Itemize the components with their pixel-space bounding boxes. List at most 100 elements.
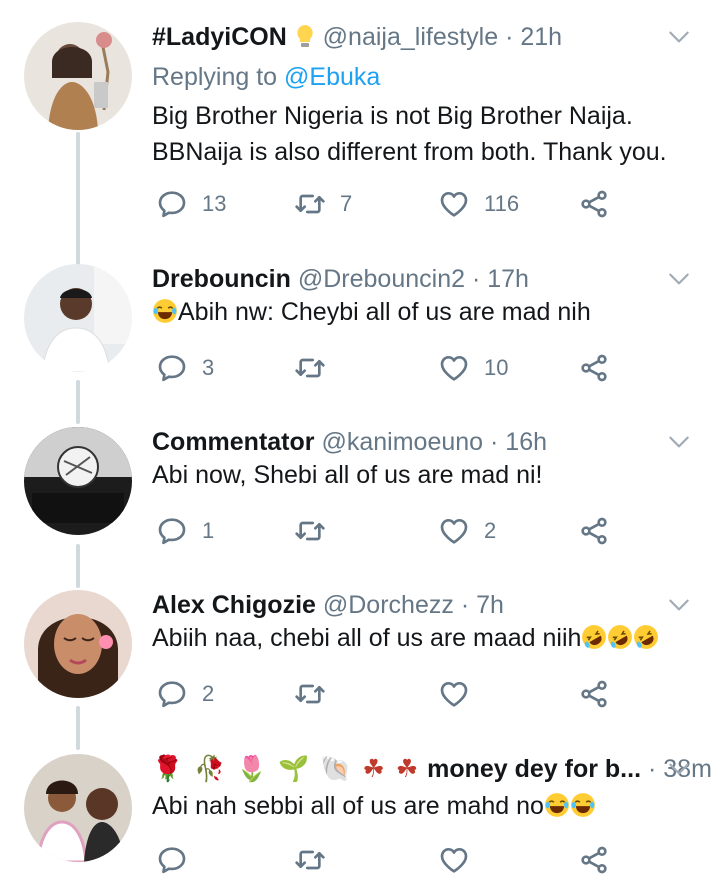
avatar[interactable]: [24, 264, 132, 372]
retweet-count: 7: [340, 191, 353, 216]
like-count: 116: [484, 191, 520, 216]
tweet[interactable]: Drebouncin @Drebouncin2 · 17h Abih nw: C…: [0, 264, 720, 394]
avatar[interactable]: [24, 590, 132, 698]
retweet-button[interactable]: 7: [294, 186, 352, 222]
like-button[interactable]: 2: [438, 513, 496, 549]
like-icon: [438, 678, 470, 710]
like-button[interactable]: 116: [438, 186, 519, 222]
retweet-icon: [294, 678, 326, 710]
user-handle[interactable]: @naija_lifestyle: [323, 23, 498, 51]
reply-icon: [156, 844, 188, 876]
tweet-text-line: BBNaija is also different from both. Tha…: [152, 138, 667, 166]
tweet-text-content: Abi now, Shebi all of us are mad ni!: [152, 461, 543, 489]
reply-icon: [156, 188, 188, 220]
like-button[interactable]: [438, 676, 484, 712]
chevron-down-icon[interactable]: [666, 592, 692, 618]
display-name[interactable]: money dey for b...: [427, 755, 641, 783]
tweet[interactable]: #LadyiCON @naija_lifestyle · 21h Replyin…: [0, 22, 720, 252]
reply-count: 1: [202, 518, 215, 543]
tweet-text-line: Big Brother Nigeria is not Big Brother N…: [152, 102, 633, 130]
share-button[interactable]: [578, 842, 610, 878]
separator: ·: [505, 23, 514, 51]
mention-link[interactable]: @Ebuka: [284, 63, 380, 91]
separator: ·: [471, 265, 481, 293]
laughing-emoji: [570, 792, 596, 818]
display-name[interactable]: #LadyiCON: [152, 23, 287, 51]
avatar[interactable]: [24, 427, 132, 535]
tweet[interactable]: Commentator @kanimoeuno · 16h Abi now, S…: [0, 427, 720, 557]
timestamp[interactable]: 16h: [505, 428, 547, 456]
retweet-icon: [294, 188, 326, 220]
user-handle[interactable]: @Dorchezz: [323, 591, 454, 619]
reply-button[interactable]: 2: [156, 676, 214, 712]
retweet-button[interactable]: [294, 350, 340, 386]
like-icon: [438, 515, 470, 547]
reply-count: 13: [202, 191, 227, 216]
retweet-button[interactable]: [294, 842, 326, 878]
share-icon: [578, 352, 610, 384]
timestamp[interactable]: 7h: [476, 591, 504, 619]
tweet-actions: 13 7 116: [152, 186, 622, 222]
timestamp[interactable]: 21h: [520, 23, 562, 51]
tweet-header: #LadyiCON @naija_lifestyle · 21h: [152, 22, 664, 56]
share-icon: [578, 678, 610, 710]
share-button[interactable]: [578, 350, 610, 386]
tweet-text: Abiih naa, chebi all of us are maad niih: [152, 620, 690, 656]
chevron-down-icon[interactable]: [666, 756, 692, 782]
chevron-down-icon[interactable]: [666, 266, 692, 292]
tweet-header: 🌹 🥀 🌷 🌱 🐚 ☘ ☘ money dey for b... · 38m: [152, 754, 712, 784]
flower-emoji: 🌹 🥀 🌷 🌱 🐚 ☘ ☘: [152, 755, 421, 783]
user-handle[interactable]: @Drebouncin2: [298, 265, 465, 293]
rofl-emoji: [581, 624, 607, 650]
avatar[interactable]: [24, 754, 132, 862]
like-icon: [438, 352, 470, 384]
display-name[interactable]: Drebouncin: [152, 265, 291, 293]
reply-icon: [156, 352, 188, 384]
avatar[interactable]: [24, 22, 132, 130]
share-button[interactable]: [578, 513, 610, 549]
chevron-down-icon[interactable]: [666, 24, 692, 50]
retweet-icon: [294, 352, 326, 384]
replying-label: Replying to: [152, 63, 278, 91]
tweet-text-content: Abiih naa, chebi all of us are maad niih: [152, 624, 582, 652]
separator: ·: [460, 591, 470, 619]
timestamp[interactable]: 17h: [487, 265, 529, 293]
reply-count: 2: [202, 681, 215, 706]
like-icon: [438, 844, 470, 876]
tweet[interactable]: 🌹 🥀 🌷 🌱 🐚 ☘ ☘ money dey for b... · 38m A…: [0, 754, 720, 881]
retweet-button[interactable]: [294, 676, 340, 712]
like-icon: [438, 188, 470, 220]
tweet-actions: 2: [152, 676, 622, 712]
tweet-text: Abi now, Shebi all of us are mad ni!: [152, 457, 690, 493]
separator: ·: [490, 428, 499, 456]
reply-button[interactable]: 3: [156, 350, 214, 386]
tweet-header: Alex Chigozie @Dorchezz · 7h: [152, 590, 664, 620]
tweet-text: Abi nah sebbi all of us are mahd no: [152, 788, 690, 824]
laughing-emoji: [544, 792, 570, 818]
share-button[interactable]: [578, 186, 610, 222]
retweet-button[interactable]: [294, 513, 340, 549]
rofl-emoji: [607, 624, 633, 650]
tweet-text: Big Brother Nigeria is not Big Brother N…: [152, 98, 690, 170]
chevron-down-icon[interactable]: [666, 429, 692, 455]
display-name[interactable]: Commentator: [152, 428, 315, 456]
retweet-icon: [294, 844, 326, 876]
tweet-text: Abih nw: Cheybi all of us are mad nih: [152, 294, 690, 330]
reply-count: 3: [202, 355, 215, 380]
user-handle[interactable]: @kanimoeuno: [321, 428, 483, 456]
reply-button[interactable]: 13: [156, 186, 226, 222]
like-count: 10: [484, 355, 509, 380]
like-count: 2: [484, 518, 497, 543]
reply-icon: [156, 515, 188, 547]
share-button[interactable]: [578, 676, 610, 712]
rofl-emoji: [633, 624, 659, 650]
tweet-actions: 3 10: [152, 350, 622, 386]
tweet[interactable]: Alex Chigozie @Dorchezz · 7h Abiih naa, …: [0, 590, 720, 720]
reply-button[interactable]: 1: [156, 513, 214, 549]
tweet-header: Commentator @kanimoeuno · 16h: [152, 427, 664, 457]
reply-button[interactable]: [156, 842, 188, 878]
like-button[interactable]: 10: [438, 350, 508, 386]
display-name[interactable]: Alex Chigozie: [152, 591, 316, 619]
like-button[interactable]: [438, 842, 470, 878]
retweet-icon: [294, 515, 326, 547]
